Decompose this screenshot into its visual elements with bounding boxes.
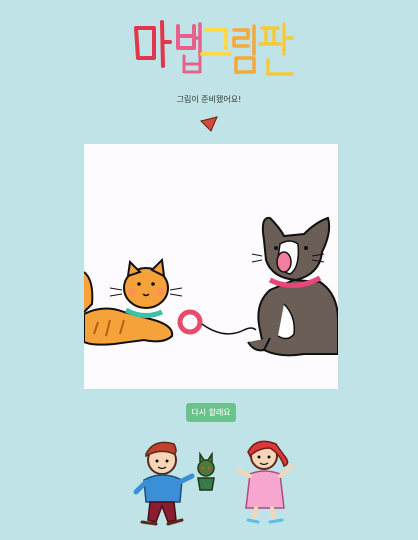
status-message: 그림이 준비됐어요!	[176, 95, 242, 104]
drawing-canvas	[84, 144, 338, 389]
down-arrow-icon	[199, 115, 219, 133]
app-logo	[130, 14, 298, 92]
cat-and-dog-drawing	[84, 216, 338, 357]
retry-button[interactable]: 다시 할래요	[186, 403, 236, 422]
kids-illustration	[130, 430, 300, 536]
